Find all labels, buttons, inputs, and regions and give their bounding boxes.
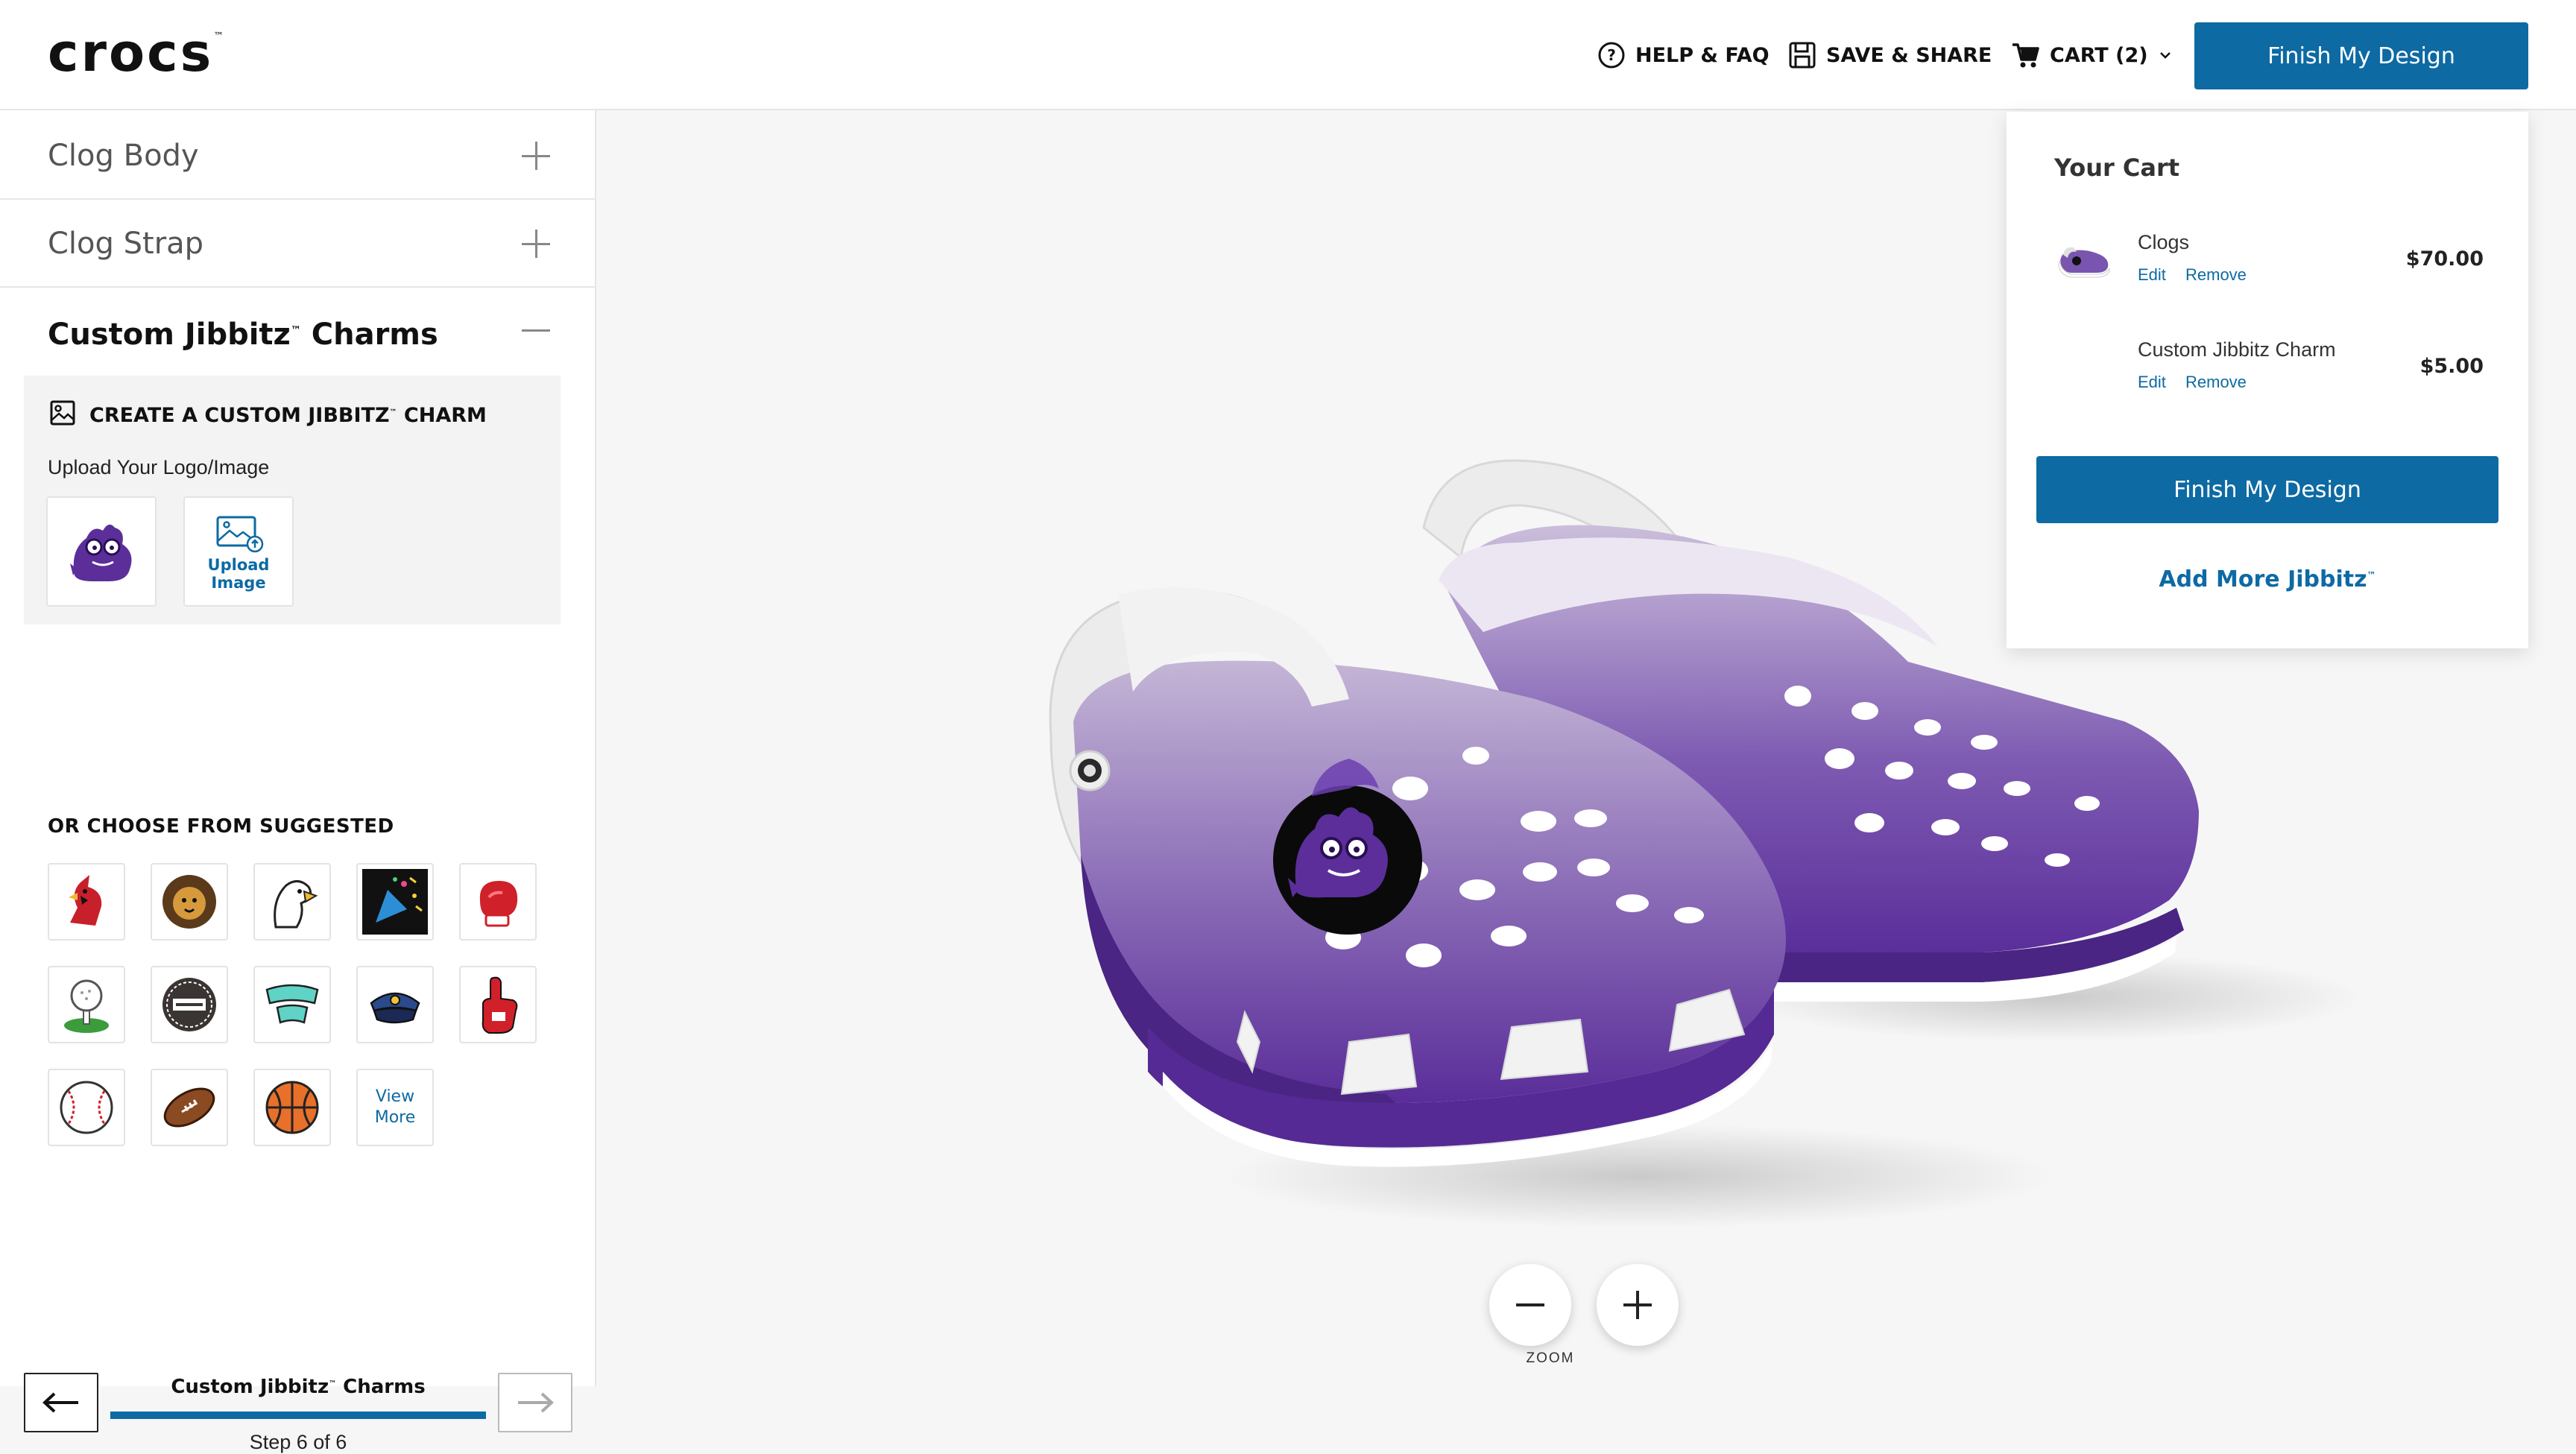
minus-icon: [1516, 1303, 1544, 1306]
top-header: crocs™ ? HELP & FAQ SAVE & SHARE CART (2…: [0, 0, 2576, 110]
cardinal-icon: [69, 875, 102, 926]
help-faq-label: HELP & FAQ: [1635, 43, 1770, 67]
cart-icon: [2011, 40, 2041, 70]
suggested-charm-basketball[interactable]: [253, 1069, 331, 1146]
save-share-link[interactable]: SAVE & SHARE: [1787, 39, 1992, 72]
suggested-charm-lion[interactable]: [151, 863, 228, 941]
cart-item-name: Custom Jibbitz Charm: [2138, 338, 2336, 361]
svg-text:?: ?: [1607, 46, 1616, 64]
view-more-charms-button[interactable]: View More: [356, 1069, 434, 1146]
cart-title: Your Cart: [2054, 154, 2180, 182]
upload-image-icon: [216, 516, 264, 553]
accordion-clog-strap[interactable]: Clog Strap: [0, 200, 595, 288]
view-more-label: View More: [374, 1087, 416, 1127]
step-count: Step 6 of 6: [249, 1431, 347, 1453]
finish-design-button[interactable]: Finish My Design: [2194, 22, 2528, 89]
customizer-sidebar: Clog Body Clog Strap Custom Jibbitz™ Cha…: [0, 110, 596, 1453]
help-icon: ?: [1597, 40, 1626, 70]
image-icon: [49, 399, 76, 432]
suggested-charm-eagle[interactable]: [253, 863, 331, 941]
zoom-label: ZOOM: [1526, 1350, 1575, 1366]
accordion-custom-jibbitz[interactable]: Custom Jibbitz™ Charms: [0, 288, 595, 370]
basketball-icon: [265, 1081, 319, 1134]
add-more-jibbitz-link[interactable]: Add More Jibbitz™: [2036, 566, 2498, 592]
police-hat-icon: [370, 992, 420, 1024]
football-icon: [163, 1087, 215, 1128]
arrow-right-icon: [518, 1392, 554, 1413]
save-share-label: SAVE & SHARE: [1826, 43, 1992, 67]
suggested-charm-thank-you[interactable]: [253, 966, 331, 1043]
plus-icon: [1623, 1291, 1652, 1319]
crocs-logo[interactable]: crocs™: [48, 27, 226, 79]
current-step-name: Custom Jibbitz™ Charms: [171, 1376, 426, 1398]
suggested-charm-golf[interactable]: [48, 966, 125, 1043]
eagle-icon: [274, 880, 318, 929]
clog-thumbnail: [2054, 228, 2114, 288]
upload-logo-label: Upload Your Logo/Image: [48, 456, 270, 478]
help-faq-link[interactable]: ? HELP & FAQ: [1597, 39, 1770, 72]
accordion-title: Clog Body: [48, 139, 199, 173]
cart-dropdown: Your Cart Clogs Edit Remove $70.00 Custo…: [2007, 112, 2528, 648]
lion-icon: [162, 875, 216, 929]
upload-image-button[interactable]: Upload Image: [183, 496, 294, 607]
suggested-charm-boxing-glove[interactable]: [459, 863, 537, 941]
create-charm-title: CREATE A CUSTOM JIBBITZ™ CHARM: [49, 399, 487, 432]
suggested-charms-title: OR CHOOSE FROM SUGGESTED: [48, 815, 394, 838]
suggested-charm-party[interactable]: [356, 863, 434, 941]
suggested-charm-baseball[interactable]: [48, 1069, 125, 1146]
upload-image-label: Upload Image: [207, 556, 270, 592]
arrow-left-icon: [42, 1392, 78, 1413]
cart-item-price: $5.00: [2419, 355, 2484, 378]
boxing-glove-icon: [479, 881, 518, 927]
remove-link[interactable]: Remove: [2185, 265, 2247, 285]
cart-button[interactable]: CART (2): [2011, 39, 2174, 72]
suggested-charm-police-hat[interactable]: [356, 966, 434, 1043]
wedding-badge-icon: [162, 978, 216, 1031]
expand-plus-icon[interactable]: [519, 227, 553, 261]
suggested-charm-wedding[interactable]: [151, 966, 228, 1043]
cart-finish-design-button[interactable]: Finish My Design: [2036, 456, 2498, 523]
edit-link[interactable]: Edit: [2138, 265, 2166, 285]
previous-step-button[interactable]: [24, 1373, 98, 1432]
accordion-clog-body[interactable]: Clog Body: [0, 110, 595, 200]
zoom-out-button[interactable]: [1489, 1264, 1571, 1346]
remove-link[interactable]: Remove: [2185, 373, 2247, 392]
next-step-button[interactable]: [498, 1373, 572, 1432]
cart-label: CART (2): [2050, 43, 2148, 67]
edit-link[interactable]: Edit: [2138, 373, 2166, 392]
suggested-charm-cardinal[interactable]: [48, 863, 125, 941]
step-navigator: Custom Jibbitz™ Charms Step 6 of 6: [0, 1258, 595, 1453]
cart-item-name: Clogs: [2138, 231, 2190, 253]
accordion-title: Clog Strap: [48, 227, 204, 261]
chevron-down-icon: [2157, 47, 2174, 63]
party-popper-icon: [362, 869, 428, 935]
baseball-icon: [60, 1081, 113, 1134]
zoom-in-button[interactable]: [1597, 1264, 1679, 1346]
step-progress-bar: [110, 1412, 486, 1419]
uploaded-image-thumbnail[interactable]: [46, 496, 157, 607]
golf-ball-icon: [64, 979, 109, 1033]
collapse-minus-icon[interactable]: [519, 313, 553, 347]
suggested-charm-foam-finger[interactable]: [459, 966, 537, 1043]
purple-mascot-icon: [70, 524, 132, 581]
foam-finger-icon: [482, 976, 518, 1034]
expand-plus-icon[interactable]: [519, 139, 553, 173]
create-custom-charm-panel: CREATE A CUSTOM JIBBITZ™ CHARM Upload Yo…: [24, 376, 561, 625]
save-icon: [1787, 40, 1817, 70]
suggested-charm-football[interactable]: [151, 1069, 228, 1146]
accordion-title: Custom Jibbitz™ Charms: [48, 317, 438, 352]
thank-you-icon: [265, 984, 319, 1024]
cart-item-price: $70.00: [2405, 247, 2484, 271]
